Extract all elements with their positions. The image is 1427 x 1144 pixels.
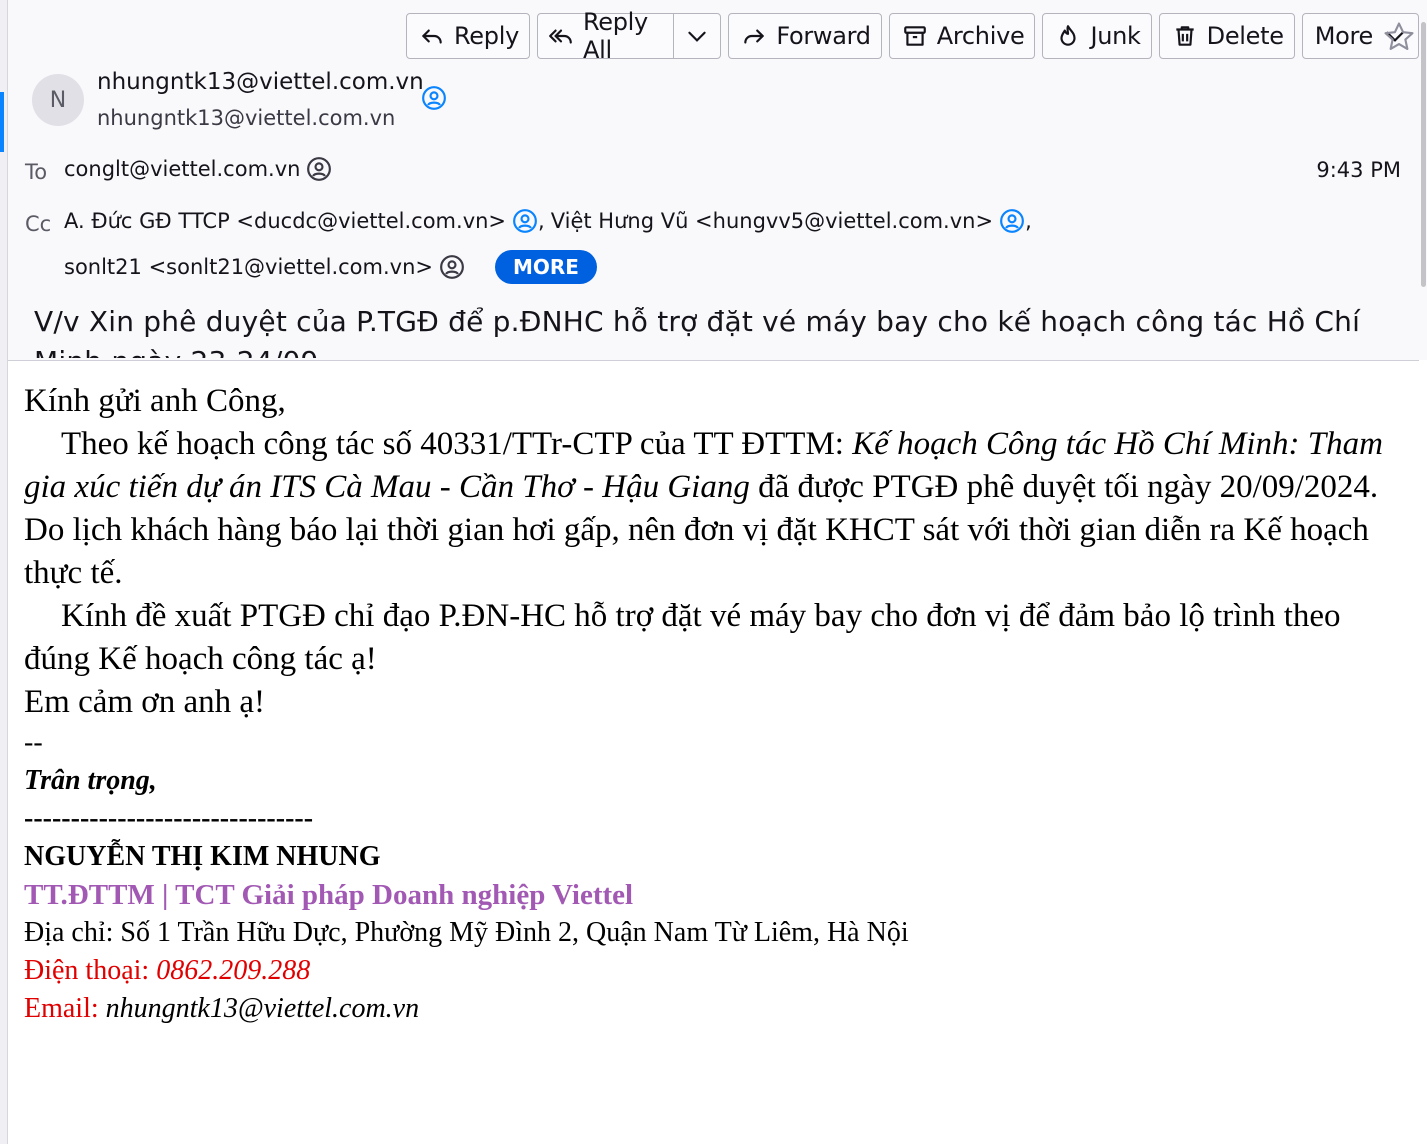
archive-icon: [903, 26, 926, 46]
reply-all-dropdown[interactable]: [673, 14, 720, 58]
reply-all-button[interactable]: Reply All: [536, 8, 722, 64]
email-label: Email:: [24, 993, 106, 1024]
phone-label: Điện thoại:: [24, 955, 157, 986]
reply-label: Reply: [454, 22, 519, 50]
cc-line-1: A. Đức GĐ TTCP <ducdc@viettel.com.vn> , …: [64, 208, 1032, 234]
contact-icon[interactable]: [306, 156, 332, 182]
signature-separator: --: [24, 727, 43, 758]
selection-accent: [0, 92, 4, 152]
header-scrollbar[interactable]: [1419, 0, 1427, 360]
cc-label: Cc: [25, 212, 52, 236]
cc-line-2: sonlt21 <sonlt21@viettel.com.vn> MORE: [64, 250, 597, 284]
cc-recipient-2[interactable]: Việt Hưng Vũ <hungvv5@viettel.com.vn>: [551, 209, 993, 233]
thanks: Em cảm ơn anh ạ!: [24, 684, 266, 720]
to-line: conglt@viettel.com.vn: [64, 156, 332, 182]
greeting: Kính gửi anh Công,: [24, 383, 286, 419]
cc-separator: ,: [1025, 209, 1032, 233]
signature-org: TT.ĐTTM | TCT Giải pháp Doanh nghiệp Vie…: [24, 879, 634, 911]
signature-name: NGUYỄN THỊ KIM NHUNG: [24, 841, 381, 872]
sender-name[interactable]: nhungntk13@viettel.com.vn: [97, 69, 424, 95]
message-body: Kính gửi anh Công, Theo kế hoạch công tá…: [24, 380, 1394, 1028]
reply-all-label: Reply All: [582, 8, 648, 64]
forward-icon: [744, 29, 765, 44]
phone-number: 0862.209.288: [156, 955, 311, 986]
regards-text: Trân trọng,: [24, 765, 157, 796]
contact-icon[interactable]: [439, 254, 465, 280]
signature-regards: Trân trọng,: [24, 762, 1394, 800]
to-label: To: [25, 160, 48, 184]
cc-separator: ,: [538, 209, 545, 233]
more-recipients-button[interactable]: MORE: [495, 250, 597, 284]
archive-label: Archive: [936, 22, 1025, 50]
archive-button[interactable]: Archive: [888, 13, 1036, 59]
signature-email: Email: nhungntk13@viettel.com.vn: [24, 990, 1394, 1028]
delete-label: Delete: [1206, 22, 1284, 50]
reply-all-icon: [549, 29, 572, 44]
add-contact-icon[interactable]: [421, 85, 447, 111]
more-actions-label: More: [1314, 22, 1374, 50]
forward-button[interactable]: Forward: [728, 13, 882, 59]
delete-button[interactable]: Delete: [1158, 13, 1295, 59]
chevron-down-icon: [688, 31, 706, 42]
email-address[interactable]: nhungntk13@viettel.com.vn: [106, 993, 419, 1024]
to-recipient[interactable]: conglt@viettel.com.vn: [64, 157, 300, 181]
delete-icon: [1175, 26, 1194, 46]
sender-address[interactable]: nhungntk13@viettel.com.vn: [97, 106, 395, 130]
forward-label: Forward: [776, 22, 871, 50]
message-toolbar: Reply Reply All Forward Archive Junk Del…: [406, 8, 1419, 64]
signature-address: Địa chỉ: Số 1 Trần Hữu Dực, Phường Mỹ Đì…: [24, 917, 909, 948]
junk-label: Junk: [1090, 22, 1141, 50]
signature-dashes: -------------------------------: [24, 803, 314, 834]
contact-icon[interactable]: [512, 208, 538, 234]
sender-avatar: N: [32, 74, 84, 126]
junk-button[interactable]: Junk: [1042, 13, 1152, 59]
cc-recipient-3[interactable]: sonlt21 <sonlt21@viettel.com.vn>: [64, 255, 433, 279]
reply-button[interactable]: Reply: [406, 13, 530, 59]
signature-phone: Điện thoại: 0862.209.288: [24, 952, 1394, 990]
message-header: Reply Reply All Forward Archive Junk Del…: [8, 0, 1419, 361]
paragraph-2: Kính đề xuất PTGĐ chỉ đạo P.ĐN-HC hỗ trợ…: [24, 598, 1341, 677]
p1-start: Theo kế hoạch công tác số 40331/TTr-CTP …: [61, 426, 853, 462]
message-time: 9:43 PM: [1316, 158, 1401, 182]
reply-icon: [422, 29, 442, 44]
cc-recipient-1[interactable]: A. Đức GĐ TTCP <ducdc@viettel.com.vn>: [64, 209, 506, 233]
left-pane-edge: [0, 0, 8, 1144]
contact-icon[interactable]: [999, 208, 1025, 234]
paragraph-1: Theo kế hoạch công tác số 40331/TTr-CTP …: [24, 423, 1394, 595]
scrollbar-thumb[interactable]: [1421, 22, 1426, 287]
junk-icon: [1060, 25, 1077, 46]
message-subject: V/v Xin phê duyệt của P.TGĐ để p.ĐNHC hỗ…: [34, 305, 1361, 358]
star-icon[interactable]: [1382, 20, 1416, 54]
